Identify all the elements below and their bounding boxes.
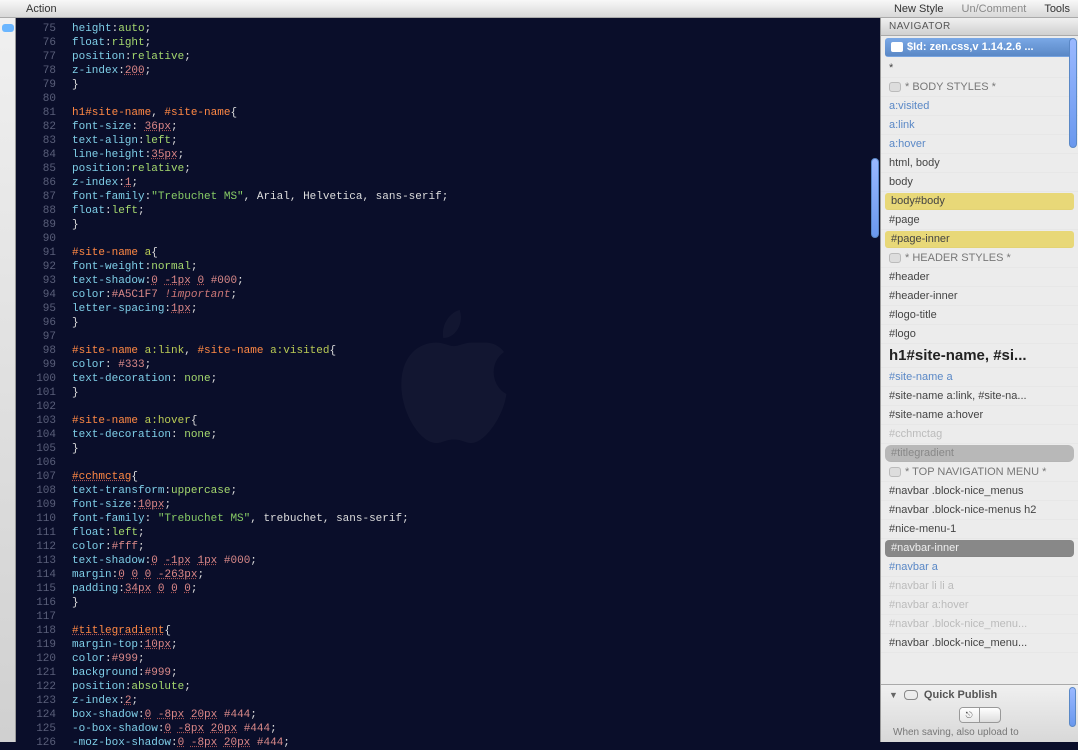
navigator-item[interactable]: #navbar .block-nice_menu... (881, 634, 1078, 653)
comment-bubble-icon (889, 82, 901, 92)
navigator-item[interactable]: * HEADER STYLES * (881, 249, 1078, 268)
navigator-item[interactable]: body (881, 173, 1078, 192)
navigator-item[interactable]: * BODY STYLES * (881, 78, 1078, 97)
publish-hint-text: When saving, also upload to (889, 727, 1070, 738)
navigator-item[interactable]: #nice-menu-1 (881, 520, 1078, 539)
navigator-item[interactable]: #logo (881, 325, 1078, 344)
navigator-item[interactable]: #titlegradient (885, 445, 1074, 462)
tools-menu[interactable]: Tools (1044, 3, 1070, 15)
navigator-item[interactable]: #site-name a:hover (881, 406, 1078, 425)
navigator-item[interactable]: #logo-title (881, 306, 1078, 325)
publish-scrollbar[interactable] (1069, 687, 1076, 727)
navigator-item[interactable]: #navbar .block-nice_menus (881, 482, 1078, 501)
navigator-item[interactable]: body#body (885, 193, 1074, 210)
navigator-item[interactable]: h1#site-name, #si... (881, 344, 1078, 368)
navigator-list[interactable]: $Id: zen.css,v 1.14.2.6 ... ** BODY STYLE… (881, 36, 1078, 684)
navigator-item[interactable]: #navbar .block-nice_menu... (881, 615, 1078, 634)
navigator-item[interactable]: #page (881, 211, 1078, 230)
navigator-item[interactable]: * TOP NAVIGATION MENU * (881, 463, 1078, 482)
navigator-item[interactable]: a:link (881, 116, 1078, 135)
code-editor[interactable]: 7576777879808182838485868788899091929394… (16, 18, 880, 742)
navigator-file-row[interactable]: $Id: zen.css,v 1.14.2.6 ... (885, 38, 1074, 57)
comment-bubble-icon (889, 467, 901, 477)
navigator-item[interactable]: #navbar a:hover (881, 596, 1078, 615)
navigator-item[interactable]: #navbar .block-nice-menus h2 (881, 501, 1078, 520)
un-comment-button[interactable]: Un/Comment (962, 3, 1027, 15)
cloud-icon[interactable] (2, 24, 14, 32)
quick-publish-panel: ▼ Quick Publish ⎋ When saving, also uplo… (881, 684, 1078, 742)
toggle-off[interactable] (980, 708, 1000, 722)
line-number-gutter: 7576777879808182838485868788899091929394… (16, 18, 64, 742)
quick-publish-title: Quick Publish (924, 689, 997, 701)
navigator-header: NAVIGATOR (881, 18, 1078, 36)
action-menu[interactable]: Action (26, 3, 57, 15)
navigator-item[interactable]: #page-inner (885, 231, 1074, 248)
navigator-item[interactable]: #navbar a (881, 558, 1078, 577)
navigator-item[interactable]: #cchmctag (881, 425, 1078, 444)
navigator-item[interactable]: #header (881, 268, 1078, 287)
publish-toggle[interactable]: ⎋ (889, 707, 1070, 723)
navigator-item[interactable]: #site-name a:link, #site-na... (881, 387, 1078, 406)
navigator-item[interactable]: #navbar-inner (885, 540, 1074, 557)
left-tabstrip (0, 18, 16, 742)
disclosure-triangle-icon[interactable]: ▼ (889, 690, 898, 700)
top-toolbar: Action New Style Un/Comment Tools (0, 0, 1078, 18)
navigator-item[interactable]: a:hover (881, 135, 1078, 154)
navigator-item[interactable]: a:visited (881, 97, 1078, 116)
toggle-on[interactable]: ⎋ (960, 708, 980, 722)
navigator-item[interactable]: html, body (881, 154, 1078, 173)
navigator-item[interactable]: #site-name a (881, 368, 1078, 387)
comment-bubble-icon (891, 42, 903, 52)
navigator-item[interactable]: #navbar li li a (881, 577, 1078, 596)
cloud-upload-icon (904, 690, 918, 700)
navigator-sidebar: NAVIGATOR $Id: zen.css,v 1.14.2.6 ...** … (880, 18, 1078, 742)
code-content[interactable]: height:auto;float:right;position:relativ… (64, 18, 880, 742)
navigator-scrollbar[interactable] (1069, 38, 1077, 148)
new-style-button[interactable]: New Style (894, 3, 944, 15)
editor-scrollbar[interactable] (871, 158, 879, 238)
navigator-item[interactable]: #header-inner (881, 287, 1078, 306)
navigator-item[interactable]: * (881, 59, 1078, 78)
comment-bubble-icon (889, 253, 901, 263)
